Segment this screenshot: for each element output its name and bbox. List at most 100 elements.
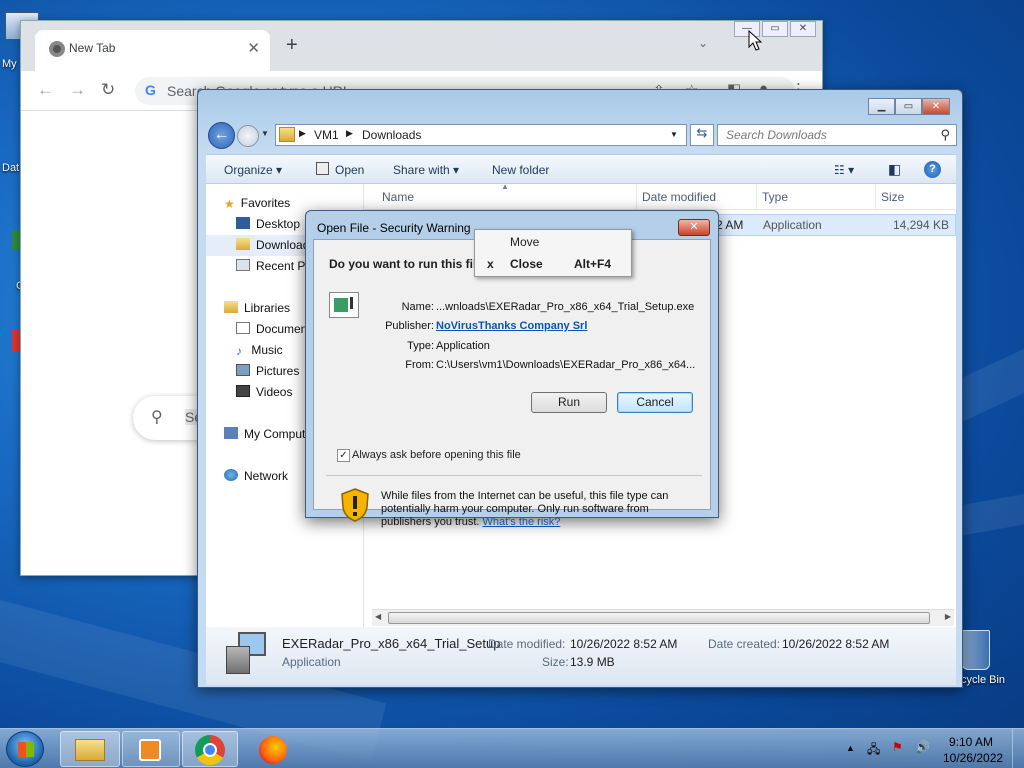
star-icon: ★: [224, 197, 235, 211]
preview-pane-icon[interactable]: ◧: [888, 161, 901, 178]
warning-message: While files from the Internet can be use…: [381, 490, 696, 529]
breadcrumb-downloads[interactable]: Downloads: [362, 128, 421, 142]
column-name[interactable]: Name: [382, 190, 414, 204]
new-tab-button[interactable]: +: [286, 34, 298, 57]
explorer-window-controls: ▁ ▭ ✕: [868, 98, 950, 115]
whats-the-risk-link[interactable]: What's the risk?: [483, 516, 561, 528]
nav-libraries[interactable]: Libraries: [224, 301, 290, 315]
recent-pages-dropdown[interactable]: ▼: [261, 129, 269, 138]
installer-icon: [224, 632, 268, 676]
details-filetype: Application: [282, 655, 341, 669]
dialog-title: Open File - Security Warning: [317, 221, 471, 235]
taskbar-firefox-button[interactable]: [244, 731, 302, 767]
name-value: ...wnloads\EXERadar_Pro_x86_x64_Trial_Se…: [436, 301, 695, 313]
column-size[interactable]: Size: [881, 190, 904, 204]
back-arrow-icon[interactable]: ←: [37, 80, 54, 100]
scroll-right-icon[interactable]: ▶: [945, 612, 951, 621]
chrome-icon: [195, 735, 225, 765]
publisher-label: Publisher:: [385, 320, 434, 332]
details-date-modified: 10/26/2022 8:52 AM: [570, 637, 678, 651]
menu-item-close[interactable]: x Close Alt+F4: [476, 254, 631, 274]
nav-videos[interactable]: Videos: [236, 385, 292, 399]
search-icon: ⚲: [151, 409, 163, 426]
publisher-link[interactable]: NoVirusThanks Company Srl: [436, 320, 587, 332]
view-options-icon[interactable]: ☷ ▾: [834, 163, 854, 177]
nav-my-computer[interactable]: My Computer: [224, 427, 316, 441]
taskbar: ▲ 🖧 ⚑ 🔊 9:10 AM 10/26/2022: [0, 728, 1024, 768]
row-size: 14,294 KB: [892, 218, 949, 232]
details-size: 13.9 MB: [570, 655, 615, 669]
show-hidden-icons-button[interactable]: ▲: [846, 743, 855, 753]
google-icon: G: [145, 82, 156, 98]
column-type[interactable]: Type: [762, 190, 788, 204]
menu-item-shortcut: Alt+F4: [574, 257, 612, 271]
nav-desktop[interactable]: Desktop: [236, 217, 300, 231]
new-folder-button[interactable]: New folder: [492, 163, 549, 177]
nav-network[interactable]: Network: [224, 469, 288, 483]
open-button[interactable]: Open: [335, 163, 364, 177]
reload-icon[interactable]: ↻: [101, 80, 115, 100]
nav-pictures[interactable]: Pictures: [236, 364, 299, 378]
chrome-tab-strip: New Tab ✕ + ⌄ — ▭ ✕: [21, 21, 822, 71]
refresh-icon[interactable]: ⇆: [690, 124, 714, 146]
maximize-button[interactable]: ▭: [895, 98, 922, 115]
close-button[interactable]: ✕: [922, 98, 950, 115]
address-bar[interactable]: ▶ VM1 ▶ Downloads ▼: [275, 124, 687, 146]
clock-date[interactable]: 10/26/2022: [943, 751, 1003, 765]
back-button[interactable]: ←: [208, 122, 235, 149]
command-bar: Organize ▾ Open Share with ▾ New folder …: [206, 154, 956, 184]
scroll-left-icon[interactable]: ◀: [375, 612, 381, 621]
search-input[interactable]: Search Downloads ⚲: [717, 124, 957, 146]
dialog-body: Do you want to run this fil Name: ...wnl…: [313, 239, 711, 528]
organize-menu[interactable]: Organize ▾: [224, 163, 282, 177]
scrollbar-thumb[interactable]: [388, 612, 930, 624]
taskbar-chrome-button[interactable]: [182, 731, 238, 767]
clock-time[interactable]: 9:10 AM: [949, 735, 993, 749]
chrome-icon: [49, 41, 65, 57]
dialog-close-button[interactable]: ✕: [678, 219, 710, 236]
maximize-button[interactable]: ▭: [762, 21, 788, 37]
horizontal-scrollbar[interactable]: ◀ ▶: [372, 609, 954, 626]
details-filename: EXERadar_Pro_x86_x64_Trial_Setup: [282, 636, 501, 651]
breadcrumb-separator: ▶: [346, 128, 353, 138]
window-context-menu: Move x Close Alt+F4: [474, 229, 632, 277]
network-tray-icon[interactable]: 🖧: [867, 740, 880, 761]
taskbar-media-player-button[interactable]: [122, 731, 180, 767]
run-button[interactable]: Run: [531, 392, 607, 413]
close-tab-icon[interactable]: ✕: [247, 39, 260, 57]
tab-new-tab[interactable]: New Tab ✕: [35, 30, 270, 71]
row-type: Application: [763, 218, 822, 232]
help-icon[interactable]: ?: [924, 161, 941, 178]
address-dropdown-icon[interactable]: ▼: [670, 130, 678, 139]
cancel-button[interactable]: Cancel: [617, 392, 693, 413]
always-ask-checkbox[interactable]: ✓: [337, 449, 350, 462]
windows-logo-icon: [18, 742, 34, 757]
volume-icon[interactable]: 🔊: [915, 740, 930, 754]
show-desktop-button[interactable]: [1012, 729, 1024, 768]
shield-warning-icon: [341, 488, 369, 522]
details-date-created: 10/26/2022 8:52 AM: [782, 637, 890, 651]
mouse-cursor-icon: [748, 30, 762, 51]
downloads-folder-icon: [236, 238, 250, 250]
action-center-icon[interactable]: ⚑: [892, 740, 903, 754]
recent-places-icon: [236, 259, 250, 271]
share-with-menu[interactable]: Share with ▾: [393, 163, 459, 177]
taskbar-explorer-button[interactable]: [60, 731, 120, 767]
details-date-modified-label: Date modified:: [488, 637, 566, 651]
breadcrumb-separator: ▶: [299, 128, 306, 138]
forward-arrow-icon[interactable]: →: [69, 80, 86, 100]
minimize-button[interactable]: ▁: [868, 98, 895, 115]
always-ask-label[interactable]: Always ask before opening this file: [352, 449, 521, 461]
close-button[interactable]: ✕: [790, 21, 816, 37]
forward-button[interactable]: [237, 125, 259, 147]
breadcrumb-vm1[interactable]: VM1: [314, 128, 339, 142]
column-date-modified[interactable]: Date modified: [642, 190, 716, 204]
column-headers: ▲ Name Date modified Type Size: [365, 182, 956, 210]
chevron-down-icon[interactable]: ⌄: [698, 36, 708, 50]
nav-favorites[interactable]: ★ Favorites: [224, 196, 290, 211]
name-label: Name:: [401, 301, 434, 313]
start-button[interactable]: [6, 731, 44, 767]
folder-icon: [75, 739, 105, 761]
menu-item-move[interactable]: Move: [476, 232, 631, 252]
nav-music[interactable]: ♪ Music: [236, 343, 283, 358]
